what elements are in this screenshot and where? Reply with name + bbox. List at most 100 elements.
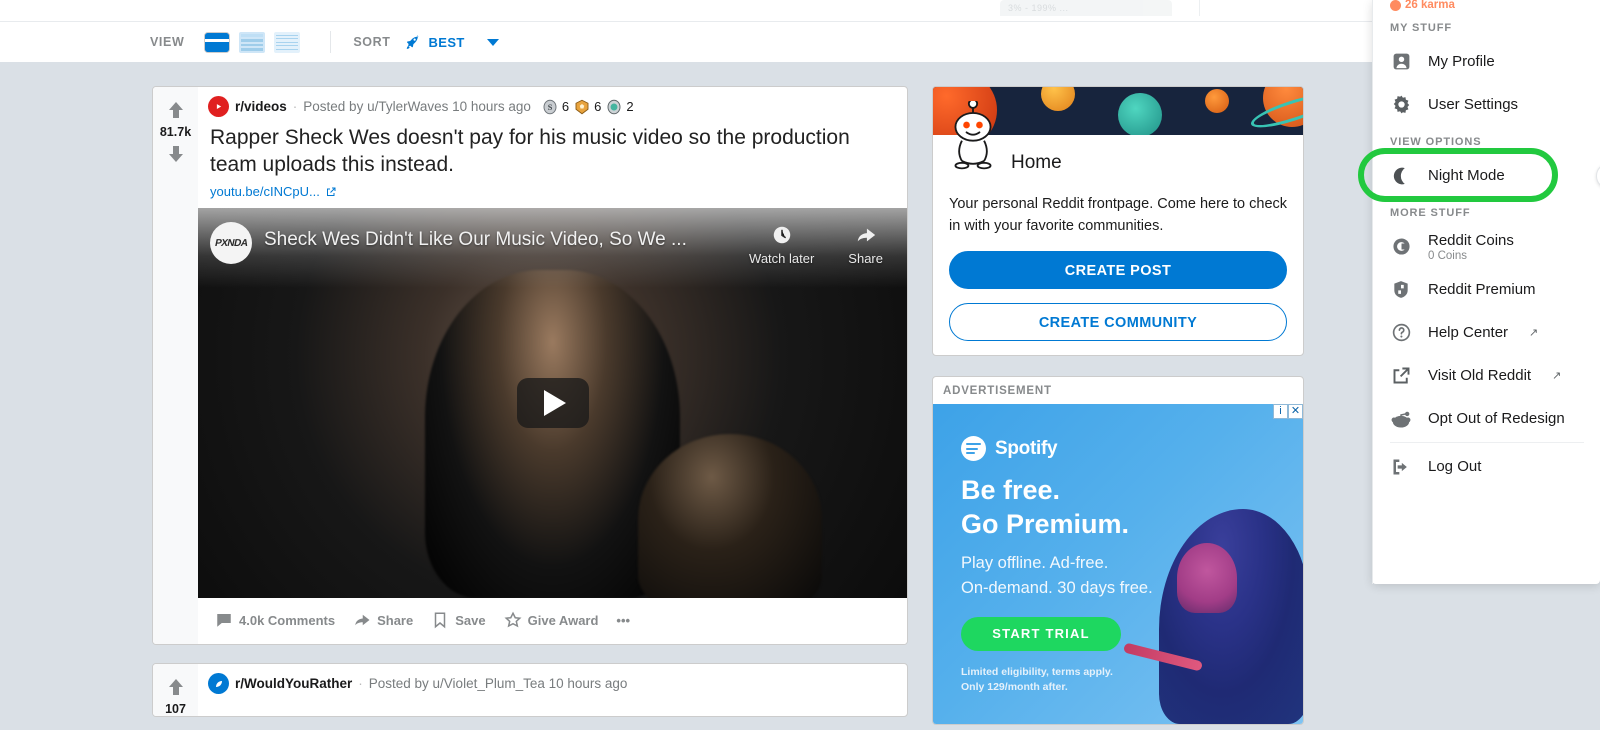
play-icon <box>544 390 566 416</box>
award-count: 6 <box>561 99 570 114</box>
card-view-icon[interactable] <box>204 31 231 53</box>
post-title[interactable]: Rapper Sheck Wes doesn't pay for his mus… <box>198 121 907 178</box>
video-share-button[interactable]: Share <box>848 224 883 266</box>
upvote-icon[interactable] <box>164 675 188 699</box>
more-options-label: ••• <box>616 612 631 628</box>
adchoices-close-icon[interactable]: ✕ <box>1288 404 1303 419</box>
adchoices-info-icon[interactable]: i <box>1273 404 1288 419</box>
planet-icon <box>1205 89 1229 113</box>
give-award-button[interactable]: Give Award <box>497 605 606 635</box>
spotify-logo-icon <box>961 436 986 461</box>
advertisement-body[interactable]: i ✕ Spotify Be free. Go Premium. Play of… <box>933 404 1303 724</box>
play-button[interactable] <box>516 378 589 428</box>
sort-dropdown[interactable]: BEST <box>404 34 464 51</box>
video-title[interactable]: Sheck Wes Didn't Like Our Music Video, S… <box>264 229 687 251</box>
gear-icon <box>1390 94 1412 116</box>
downvote-icon[interactable] <box>164 142 188 166</box>
karma-value: 26 karma <box>1405 0 1455 11</box>
video-share-label: Share <box>848 251 883 266</box>
vote-column: 107 <box>153 664 198 716</box>
spotify-brand-name: Spotify <box>995 437 1058 459</box>
menu-label-night-mode: Night Mode <box>1428 167 1505 184</box>
post-body: r/WouldYouRather · Posted by u/Violet_Pl… <box>198 664 907 716</box>
classic-view-icon[interactable] <box>239 31 266 53</box>
more-options-button[interactable]: ••• <box>609 607 637 634</box>
post-card: 81.7k r/videos · Posted by u/TylerWaves … <box>152 86 908 645</box>
post-meta: Posted by u/TylerWaves 10 hours ago <box>303 99 531 114</box>
external-link-icon: ↗ <box>1552 370 1562 382</box>
post-link-text: youtu.be/cINCpU... <box>210 184 320 199</box>
watch-later-button[interactable]: Watch later <box>749 224 814 266</box>
subreddit-link[interactable]: r/WouldYouRather <box>235 676 352 691</box>
upvote-icon[interactable] <box>164 98 188 122</box>
video-subject-secondary <box>637 434 822 598</box>
menu-item-user-settings[interactable]: User Settings <box>1372 83 1600 126</box>
user-icon <box>1390 51 1412 73</box>
post-external-link[interactable]: youtu.be/cINCpU... <box>198 178 907 208</box>
post-feed: 81.7k r/videos · Posted by u/TylerWaves … <box>152 86 908 717</box>
user-menu-dropdown: 26 karma MY STUFF My Profile User Settin… <box>1372 0 1600 584</box>
award-item[interactable]: 6 <box>573 98 601 116</box>
logout-icon <box>1390 456 1412 478</box>
silver-award-icon: S <box>543 99 557 114</box>
menu-item-log-out[interactable]: Log Out <box>1372 445 1600 488</box>
post-header: r/WouldYouRather · Posted by u/Violet_Pl… <box>198 664 907 698</box>
award-count: 6 <box>594 99 602 114</box>
save-button[interactable]: Save <box>424 605 492 635</box>
night-mode-toggle[interactable] <box>1596 162 1600 189</box>
planet-icon <box>1041 87 1075 111</box>
award-list: S 6 6 2 <box>541 98 634 116</box>
reddit-coins-balance: 0 Coins <box>1428 249 1467 262</box>
sort-label: SORT <box>353 35 391 49</box>
comments-button[interactable]: 4.0k Comments <box>208 605 342 635</box>
create-community-button[interactable]: CREATE COMMUNITY <box>949 303 1287 341</box>
share-button[interactable]: Share <box>346 605 420 635</box>
menu-item-my-profile[interactable]: My Profile <box>1372 40 1600 83</box>
top-strip-pill: 3% - 199% ... <box>1000 0 1172 16</box>
menu-divider <box>1390 442 1584 443</box>
view-label: VIEW <box>150 35 185 49</box>
channel-avatar[interactable]: PXNDA <box>210 222 252 264</box>
subreddit-icon <box>208 96 229 117</box>
feed-toolbar: VIEW SORT BEST <box>0 22 1600 62</box>
comment-icon <box>217 614 231 627</box>
karma-row: 26 karma <box>1372 0 1600 12</box>
video-player[interactable]: PXNDA Sheck Wes Didn't Like Our Music Vi… <box>198 208 907 598</box>
menu-item-visit-old-reddit[interactable]: Visit Old Reddit ↗ <box>1372 354 1600 397</box>
create-post-button[interactable]: CREATE POST <box>949 251 1287 289</box>
shield-icon <box>1390 279 1412 301</box>
planet-icon <box>1118 93 1162 135</box>
menu-item-opt-out-of-redesign[interactable]: Opt Out of Redesign <box>1372 397 1600 440</box>
menu-item-night-mode[interactable]: Night Mode <box>1372 154 1600 197</box>
gold-award-icon <box>575 99 589 114</box>
svg-text:S: S <box>548 103 553 112</box>
menu-label-help-center: Help Center <box>1428 324 1509 341</box>
menu-item-reddit-premium[interactable]: Reddit Premium <box>1372 268 1600 311</box>
reddit-coins-text-stack: Reddit Coins 0 Coins <box>1428 232 1514 262</box>
video-controls: Watch later Share <box>749 220 893 266</box>
clock-icon <box>773 226 790 244</box>
award-item[interactable]: S 6 <box>541 98 569 116</box>
compact-view-icon[interactable] <box>274 31 301 53</box>
external-link-icon <box>326 187 336 196</box>
toolbar-divider <box>330 31 332 53</box>
subreddit-link[interactable]: r/videos <box>235 99 287 114</box>
top-strip-separator <box>1199 0 1200 16</box>
menu-item-reddit-coins[interactable]: Reddit Coins 0 Coins <box>1372 225 1600 268</box>
snoo-avatar <box>945 98 1001 173</box>
award-item[interactable]: 2 <box>605 98 634 116</box>
menu-label-my-profile: My Profile <box>1428 53 1495 70</box>
menu-item-help-center[interactable]: Help Center ↗ <box>1372 311 1600 354</box>
right-sidebar: Home Your personal Reddit frontpage. Com… <box>932 86 1304 725</box>
menu-label-opt-out-of-redesign: Opt Out of Redesign <box>1428 410 1565 427</box>
video-top-bar: PXNDA Sheck Wes Didn't Like Our Music Vi… <box>198 216 907 278</box>
view-options-group <box>204 31 301 53</box>
subreddit-icon <box>208 673 229 694</box>
chevron-down-icon[interactable] <box>486 38 499 46</box>
home-card: Home Your personal Reddit frontpage. Com… <box>932 86 1304 356</box>
menu-label-reddit-premium: Reddit Premium <box>1428 281 1536 298</box>
external-link-icon <box>1390 365 1412 387</box>
share-label: Share <box>377 612 414 628</box>
ad-cta-button[interactable]: START TRIAL <box>961 617 1121 651</box>
post-body: r/videos · Posted by u/TylerWaves 10 hou… <box>198 87 907 644</box>
